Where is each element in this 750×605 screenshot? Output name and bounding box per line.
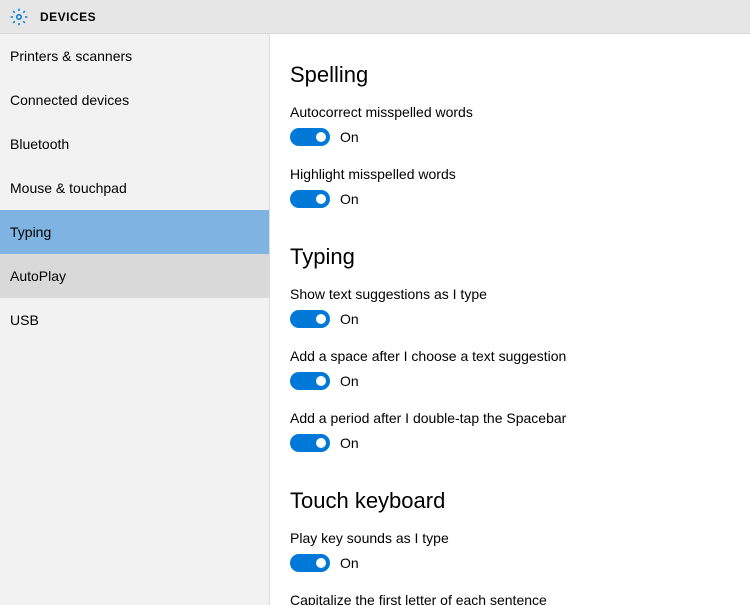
sidebar-item-label: AutoPlay [10,268,66,284]
sidebar-item-usb[interactable]: USB [0,298,269,342]
setting-label: Capitalize the first letter of each sent… [290,592,730,605]
sidebar-item-label: Mouse & touchpad [10,180,127,196]
toggle-switch[interactable] [290,372,330,390]
sidebar-item-mouse-touchpad[interactable]: Mouse & touchpad [0,166,269,210]
setting: Autocorrect misspelled words On [290,104,730,146]
content: SpellingAutocorrect misspelled wordsOnHi… [270,34,750,605]
toggle-row: On [290,310,730,328]
toggle-row: On [290,434,730,452]
sidebar-item-label: Bluetooth [10,136,69,152]
toggle-row: On [290,190,730,208]
sidebar-item-label: Printers & scanners [10,48,132,64]
main: Printers & scanners Connected devices Blue… [0,34,750,605]
toggle-row: On [290,554,730,572]
section-heading: Touch keyboard [290,488,730,514]
sidebar-item-label: Connected devices [10,92,129,108]
sidebar-item-bluetooth[interactable]: Bluetooth [0,122,269,166]
toggle-state: On [340,311,359,327]
sidebar-item-label: Typing [10,224,51,240]
header: DEVICES [0,0,750,34]
sidebar-item-label: USB [10,312,39,328]
setting-label: Play key sounds as I type [290,530,730,546]
setting: Add a period after I double-tap the Spac… [290,410,730,452]
setting: Show text suggestions as I type On [290,286,730,328]
toggle-switch[interactable] [290,434,330,452]
setting-label: Show text suggestions as I type [290,286,730,302]
toggle-state: On [340,191,359,207]
toggle-state: On [340,555,359,571]
toggle-switch[interactable] [290,310,330,328]
toggle-switch[interactable] [290,554,330,572]
setting-label: Add a period after I double-tap the Spac… [290,410,730,426]
page-title: DEVICES [40,10,96,24]
toggle-row: On [290,128,730,146]
sidebar-item-autoplay[interactable]: AutoPlay [0,254,269,298]
sidebar-item-printers-scanners[interactable]: Printers & scanners [0,34,269,78]
toggle-row: On [290,372,730,390]
setting: Highlight misspelled words On [290,166,730,208]
toggle-state: On [340,129,359,145]
gear-icon [10,8,28,26]
section-heading: Spelling [290,62,730,88]
toggle-switch[interactable] [290,128,330,146]
sidebar-item-typing[interactable]: Typing [0,210,269,254]
toggle-state: On [340,435,359,451]
setting: Capitalize the first letter of each sent… [290,592,730,605]
sidebar: Printers & scanners Connected devices Blue… [0,34,270,605]
setting-label: Highlight misspelled words [290,166,730,182]
setting: Play key sounds as I type On [290,530,730,572]
toggle-switch[interactable] [290,190,330,208]
section-heading: Typing [290,244,730,270]
sidebar-item-connected-devices[interactable]: Connected devices [0,78,269,122]
setting-label: Autocorrect misspelled words [290,104,730,120]
setting: Add a space after I choose a text sugges… [290,348,730,390]
setting-label: Add a space after I choose a text sugges… [290,348,730,364]
toggle-state: On [340,373,359,389]
